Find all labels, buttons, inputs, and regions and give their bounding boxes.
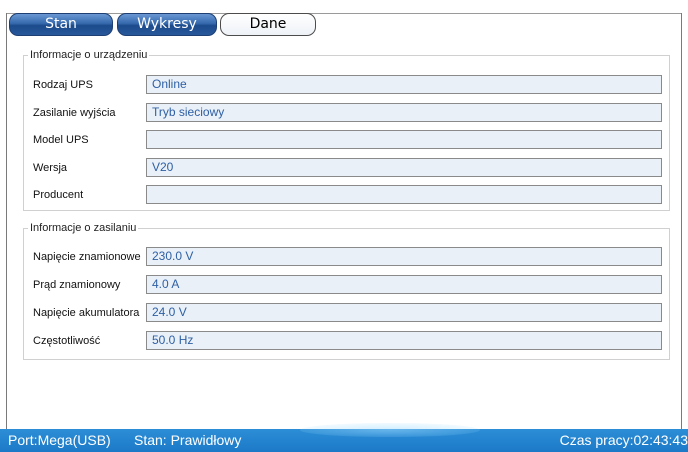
frequency-label: Częstotliwość xyxy=(33,335,101,347)
ups-model-field[interactable] xyxy=(146,130,662,149)
version-field[interactable]: V20 xyxy=(146,158,662,177)
status-bar: Port:Mega(USB) Stan: Prawidłowy Czas pra… xyxy=(0,423,688,452)
tab-dane[interactable]: Dane xyxy=(220,13,316,36)
rated-voltage-label: Napięcie znamionowe xyxy=(33,251,141,263)
status-bar-highlight xyxy=(300,423,480,437)
frequency-field[interactable]: 50.0 Hz xyxy=(146,331,662,350)
manufacturer-label: Producent xyxy=(33,189,84,201)
rated-current-field[interactable]: 4.0 A xyxy=(146,275,662,294)
tab-wykresy[interactable]: Wykresy xyxy=(117,13,217,36)
ups-type-label: Rodzaj UPS xyxy=(33,79,93,91)
version-label: Wersja xyxy=(33,162,68,174)
tab-stan[interactable]: Stan xyxy=(9,13,113,36)
rated-current-label: Prąd znamionowy xyxy=(33,279,121,291)
battery-voltage-field[interactable]: 24.0 V xyxy=(146,303,662,322)
battery-voltage-label: Napięcie akumulatora xyxy=(33,307,140,319)
output-supply-field[interactable]: Tryb sieciowy xyxy=(146,103,662,122)
window-right-border xyxy=(681,13,682,429)
power-info-title: Informacje o zasilaniu xyxy=(30,222,137,234)
ups-model-label: Model UPS xyxy=(33,134,89,146)
uptime-readout: Czas pracy:02:43:43 xyxy=(559,432,688,448)
connection-state: Stan: Prawidłowy xyxy=(134,432,242,448)
ups-type-field[interactable]: Online xyxy=(146,75,662,94)
window-left-border xyxy=(6,13,7,429)
port-status: Port:Mega(USB) xyxy=(8,432,111,448)
manufacturer-field[interactable] xyxy=(146,185,662,204)
rated-voltage-field[interactable]: 230.0 V xyxy=(146,247,662,266)
output-supply-label: Zasilanie wyjścia xyxy=(33,107,116,119)
device-info-title: Informacje o urządzeniu xyxy=(30,49,148,61)
